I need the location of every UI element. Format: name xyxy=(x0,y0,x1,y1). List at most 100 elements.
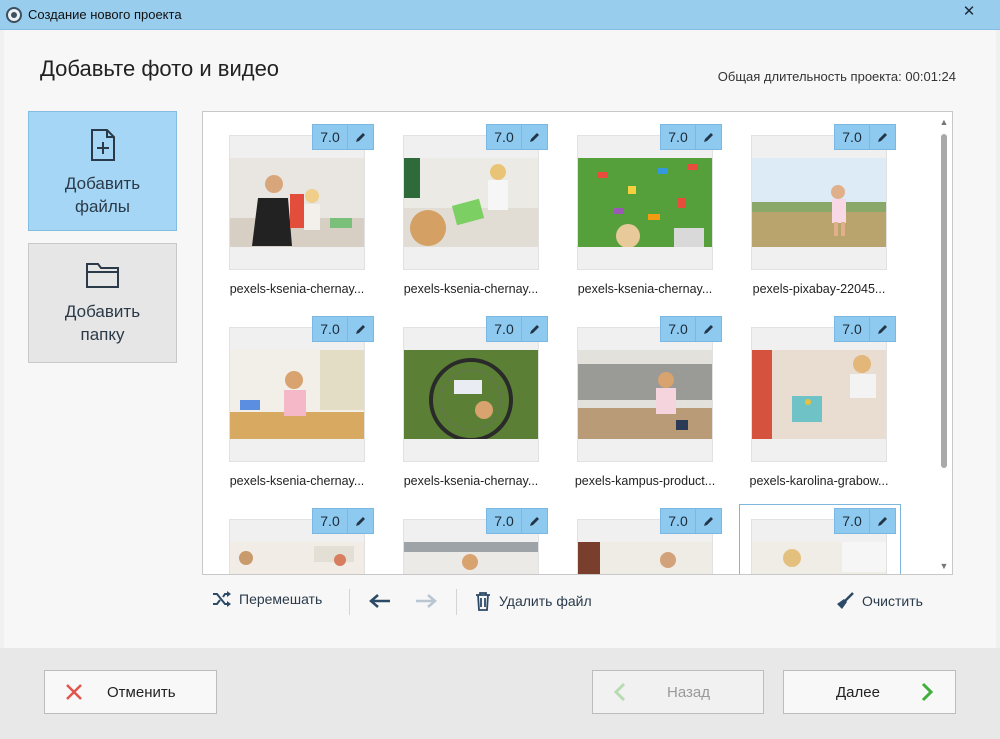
file-tile[interactable]: 7.0 xyxy=(403,508,548,574)
tile-filename: pexels-pixabay-22045... xyxy=(752,282,886,296)
grid-toolbar: Перемешать Удалить файл Очистить xyxy=(4,585,996,621)
duration-badge[interactable]: 7.0 xyxy=(312,316,374,342)
tile-filename: pexels-ksenia-chernay... xyxy=(229,474,365,488)
pencil-icon[interactable] xyxy=(869,509,895,533)
move-right-button[interactable] xyxy=(414,593,445,609)
duration-value: 7.0 xyxy=(494,321,514,337)
duration-badge[interactable]: 7.0 xyxy=(834,508,896,534)
vertical-scrollbar[interactable]: ▲ ▼ xyxy=(938,116,950,572)
main-panel: Добавьте фото и видео Общая длительность… xyxy=(4,30,996,648)
footer-bar: Отменить Назад Далее xyxy=(0,648,1000,739)
add-files-button[interactable]: Добавить файлы xyxy=(28,111,177,231)
folder-icon xyxy=(85,263,119,288)
chevron-left-icon xyxy=(613,682,626,702)
duration-badge[interactable]: 7.0 xyxy=(312,508,374,534)
thumbnail-image xyxy=(752,350,886,439)
add-folder-label: Добавить папку xyxy=(64,302,141,344)
thumbnail-image xyxy=(230,542,364,574)
pencil-icon[interactable] xyxy=(521,317,547,341)
add-files-label: Добавить файлы xyxy=(64,174,141,216)
file-tile[interactable]: 7.0 xyxy=(751,508,896,574)
duration-badge[interactable]: 7.0 xyxy=(312,124,374,150)
next-button[interactable]: Далее xyxy=(783,670,956,714)
file-tile[interactable]: 7.0 xyxy=(403,124,548,270)
scroll-down-icon[interactable]: ▼ xyxy=(938,560,950,572)
duration-value: 7.0 xyxy=(320,129,340,145)
file-tile[interactable]: 7.0 xyxy=(577,316,722,462)
window-titlebar: Создание нового проекта ✕ xyxy=(0,0,1000,30)
toolbar-divider xyxy=(349,589,350,615)
pencil-icon[interactable] xyxy=(695,509,721,533)
file-tile[interactable]: 7.0 xyxy=(229,508,374,574)
pencil-icon[interactable] xyxy=(347,317,373,341)
arrow-right-icon xyxy=(416,594,437,608)
app-icon xyxy=(6,6,22,23)
thumbnail-image xyxy=(578,158,712,247)
project-duration: Общая длительность проекта: 00:01:24 xyxy=(717,69,956,84)
page-title: Добавьте фото и видео xyxy=(40,56,280,81)
file-grid[interactable]: 7.0 pexels-ksenia-chernay... 7.0 pexels-… xyxy=(202,111,953,575)
window-title: Создание нового проекта xyxy=(28,7,182,22)
broom-icon xyxy=(837,592,854,609)
add-file-icon xyxy=(90,129,115,161)
pencil-icon[interactable] xyxy=(869,317,895,341)
scroll-up-icon[interactable]: ▲ xyxy=(938,116,950,128)
duration-badge[interactable]: 7.0 xyxy=(486,124,548,150)
back-button[interactable]: Назад xyxy=(592,670,764,714)
delete-file-label: Удалить файл xyxy=(499,593,592,609)
thumbnail-image xyxy=(752,542,886,574)
pencil-icon[interactable] xyxy=(695,125,721,149)
cancel-label: Отменить xyxy=(107,683,176,701)
pencil-icon[interactable] xyxy=(521,125,547,149)
thumbnail-image xyxy=(404,542,538,574)
back-label: Назад xyxy=(667,683,710,701)
file-tile[interactable]: 7.0 xyxy=(577,124,722,270)
duration-badge[interactable]: 7.0 xyxy=(660,316,722,342)
duration-value: 7.0 xyxy=(842,321,862,337)
file-tile[interactable]: 7.0 xyxy=(403,316,548,462)
duration-badge[interactable]: 7.0 xyxy=(660,508,722,534)
move-left-button[interactable] xyxy=(368,593,399,609)
tile-filename: pexels-ksenia-chernay... xyxy=(577,282,713,296)
thumbnail-image xyxy=(230,158,364,247)
file-tile[interactable]: 7.0 xyxy=(751,316,896,462)
duration-badge[interactable]: 7.0 xyxy=(834,316,896,342)
duration-value: 7.0 xyxy=(494,129,514,145)
close-window-button[interactable]: ✕ xyxy=(946,0,992,22)
file-tile[interactable]: 7.0 xyxy=(577,508,722,574)
duration-value: 7.0 xyxy=(320,321,340,337)
pencil-icon[interactable] xyxy=(695,317,721,341)
thumbnail-image xyxy=(578,350,712,439)
file-tile[interactable]: 7.0 xyxy=(751,124,896,270)
tile-filename: pexels-ksenia-chernay... xyxy=(403,282,539,296)
toolbar-divider xyxy=(456,589,457,615)
duration-value: 7.0 xyxy=(494,513,514,529)
file-tile[interactable]: 7.0 xyxy=(229,316,374,462)
pencil-icon[interactable] xyxy=(521,509,547,533)
pencil-icon[interactable] xyxy=(347,509,373,533)
add-folder-button[interactable]: Добавить папку xyxy=(28,243,177,363)
file-tile[interactable]: 7.0 xyxy=(229,124,374,270)
pencil-icon[interactable] xyxy=(347,125,373,149)
clear-button[interactable]: Очистить xyxy=(835,591,923,611)
delete-file-button[interactable]: Удалить файл xyxy=(474,591,592,611)
duration-value: 7.0 xyxy=(842,129,862,145)
trash-icon xyxy=(476,592,490,611)
pencil-icon[interactable] xyxy=(869,125,895,149)
shuffle-icon xyxy=(213,591,231,607)
duration-badge[interactable]: 7.0 xyxy=(834,124,896,150)
next-label: Далее xyxy=(836,683,880,701)
thumbnail-image xyxy=(752,158,886,247)
tile-filename: pexels-ksenia-chernay... xyxy=(403,474,539,488)
duration-badge[interactable]: 7.0 xyxy=(486,316,548,342)
thumbnail-image xyxy=(230,350,364,439)
scrollbar-thumb[interactable] xyxy=(941,134,947,468)
thumbnail-image xyxy=(404,350,538,439)
thumbnail-image xyxy=(404,158,538,247)
duration-badge[interactable]: 7.0 xyxy=(486,508,548,534)
shuffle-button[interactable]: Перемешать xyxy=(212,591,322,607)
duration-badge[interactable]: 7.0 xyxy=(660,124,722,150)
cancel-button[interactable]: Отменить xyxy=(44,670,217,714)
duration-value: 7.0 xyxy=(668,129,688,145)
tile-filename: pexels-kampus-product... xyxy=(574,474,716,488)
